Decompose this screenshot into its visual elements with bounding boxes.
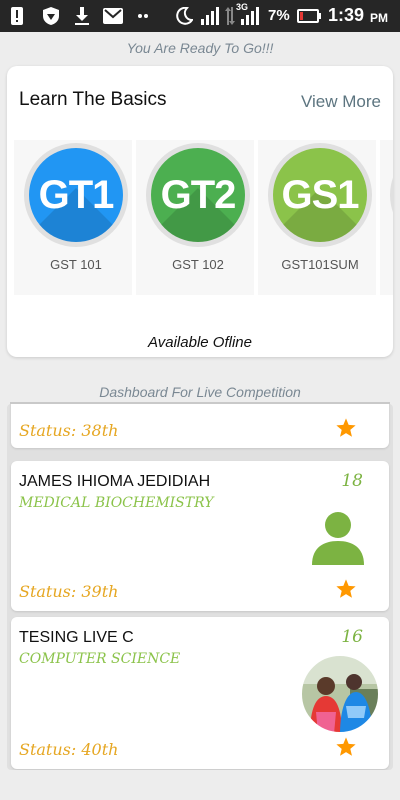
course-item-gst101sum[interactable]: GS1 GST101SUM	[258, 140, 376, 295]
clock-time: 1:39	[328, 5, 365, 25]
more-icon	[136, 7, 150, 25]
signal-icon	[200, 7, 222, 25]
section-title: Learn The Basics	[19, 89, 167, 110]
clock-ampm: PM	[370, 11, 388, 25]
entry-department: MEDICAL BIOCHEMISTRY	[19, 495, 214, 511]
status-bar: 3G 7% 1:39 PM	[0, 0, 400, 32]
entry-name: JAMES IHIOMA JEDIDIAH	[19, 473, 211, 490]
signal-icon-2	[240, 7, 262, 25]
data-arrows-icon	[224, 7, 236, 25]
leaderboard-entry[interactable]: TESING LIVE C COMPUTER SCIENCE 16 Status…	[11, 617, 389, 769]
entry-score: 18	[341, 471, 363, 491]
tagline: You Are Ready To Go!!!	[126, 40, 274, 56]
dashboard-title: Dashboard For Live Competition	[99, 384, 301, 400]
view-more-link[interactable]: View More	[301, 92, 381, 112]
course-badge-text: GT1	[38, 172, 115, 217]
course-badge: GS1	[273, 148, 367, 242]
download-icon	[74, 7, 90, 25]
learn-basics-card: Learn The Basics View More GT1 GST 101 G…	[7, 66, 393, 357]
moon-icon	[174, 7, 194, 25]
offline-note: Available Ofline	[148, 334, 252, 351]
course-badge: GT1	[29, 148, 123, 242]
leaderboard-entry[interactable]: Status: 38th	[11, 404, 389, 448]
leaderboard-entry[interactable]: JAMES IHIOMA JEDIDIAH MEDICAL BIOCHEMIST…	[11, 461, 389, 611]
star-icon[interactable]	[335, 417, 357, 439]
course-item-gst101[interactable]: GT1 GST 101	[14, 140, 132, 295]
course-item-gst102[interactable]: GT2 GST 102	[136, 140, 254, 295]
entry-status: Status: 38th	[19, 421, 119, 440]
shield-icon	[42, 7, 60, 25]
course-badge-ring	[390, 143, 393, 247]
entry-status: Status: 40th	[19, 740, 119, 759]
leaderboard-list[interactable]: Status: 38th JAMES IHIOMA JEDIDIAH MEDIC…	[7, 404, 393, 770]
entry-status: Status: 39th	[19, 582, 119, 601]
course-badge-ring: GS1	[268, 143, 372, 247]
course-badge-text: GS1	[281, 172, 359, 217]
course-label: GST101SUM	[281, 257, 359, 272]
star-icon[interactable]	[335, 578, 357, 600]
course-carousel[interactable]: GT1 GST 101 GT2 GST 102 GS1 GST101SUM	[7, 140, 393, 357]
course-item-partial[interactable]	[380, 140, 393, 295]
course-badge-ring: GT1	[24, 143, 128, 247]
mail-icon	[102, 7, 124, 25]
course-label: GST 102	[172, 257, 224, 272]
entry-score: 16	[341, 627, 363, 647]
battery-icon	[296, 7, 322, 25]
course-label: GST 101	[50, 257, 102, 272]
alert-icon	[10, 7, 24, 25]
course-badge-ring: GT2	[146, 143, 250, 247]
course-badge: GT2	[151, 148, 245, 242]
battery-percent: 7%	[268, 7, 290, 24]
course-badge-text: GT2	[160, 172, 237, 217]
entry-name: TESING LIVE C	[19, 629, 134, 646]
avatar-photo	[300, 654, 380, 734]
star-icon[interactable]	[335, 736, 357, 758]
default-avatar-icon	[312, 512, 364, 565]
entry-department: COMPUTER SCIENCE	[19, 651, 181, 667]
